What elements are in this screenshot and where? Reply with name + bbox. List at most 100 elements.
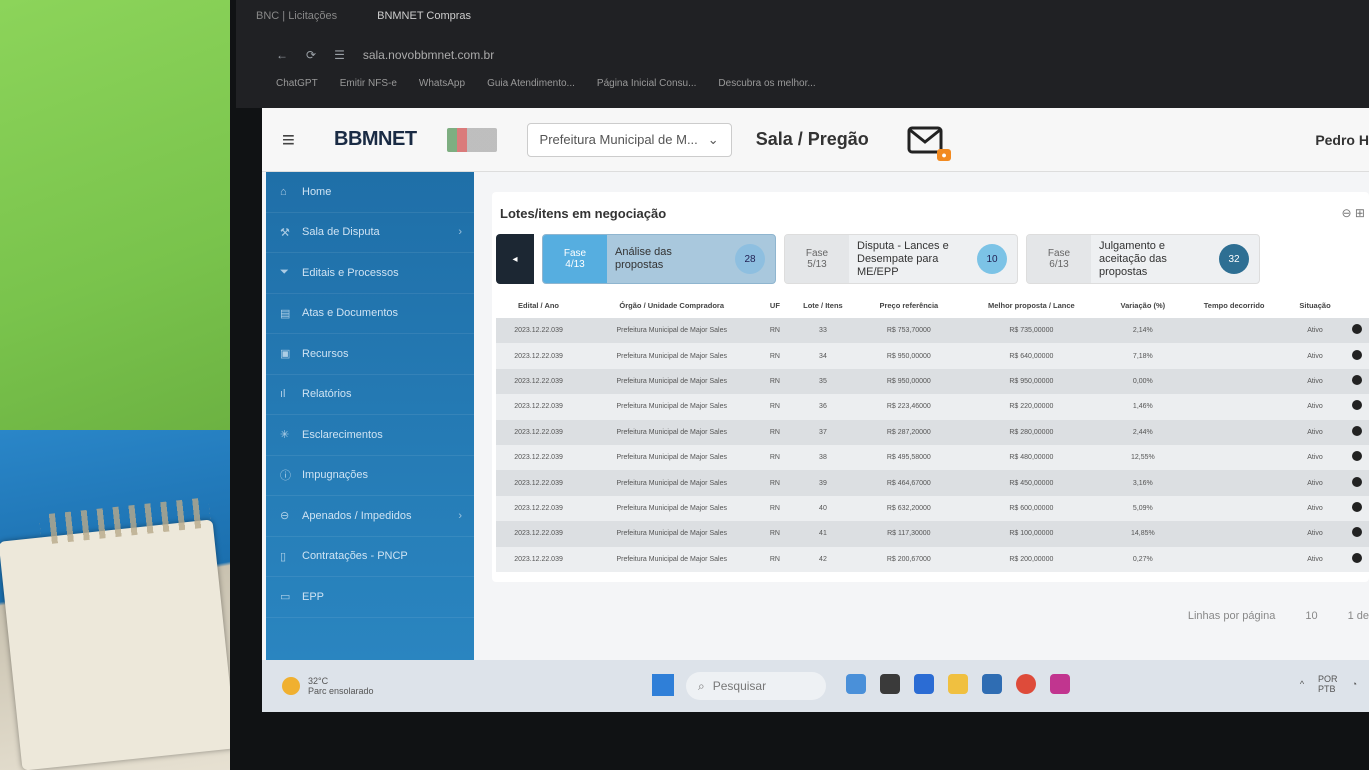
sidebar-item-home[interactable]: ⌂ Home <box>266 172 474 213</box>
sidebar-item-recursos[interactable]: ▣ Recursos <box>266 334 474 375</box>
table-row[interactable]: 2023.12.22.039 Prefeitura Municipal de Ma… <box>496 546 1369 572</box>
row-action-cell <box>1344 547 1369 572</box>
menu-icon[interactable]: ≡ <box>282 127 304 153</box>
table-cell: Ativo <box>1307 555 1323 563</box>
table-cell: 2023.12.22.039 <box>514 530 563 538</box>
app-window: ≡ BBMNET Prefeitura Municipal de M... ⌄ … <box>262 108 1369 660</box>
column-header[interactable]: Tempo decorrido <box>1182 292 1286 318</box>
entity-select[interactable]: Prefeitura Municipal de M... ⌄ <box>526 122 732 157</box>
table-row[interactable]: 2023.12.22.039 Prefeitura Municipal de Ma… <box>496 444 1369 471</box>
url-field[interactable]: sala.novobbmnet.com.br <box>363 48 494 62</box>
table-row[interactable]: 2023.12.22.039 Prefeitura Municipal de Ma… <box>496 394 1369 420</box>
file-explorer-icon[interactable] <box>948 674 968 694</box>
bookmark-item[interactable]: Guia Atendimento... <box>487 78 575 89</box>
status-dot-icon[interactable] <box>1351 501 1362 512</box>
taskbar-search[interactable]: ⌕ Pesquisar <box>686 672 826 700</box>
sidebar-item-epp[interactable]: ▭ EPP <box>266 577 474 618</box>
alert-icon: ⓘ <box>280 470 291 483</box>
column-header[interactable]: Variação (%) <box>1103 292 1182 318</box>
status-dot-icon[interactable] <box>1351 425 1362 436</box>
table-row[interactable]: 2023.12.22.039 Prefeitura Municipal de Ma… <box>496 368 1369 395</box>
table-cell <box>1182 445 1286 470</box>
chrome-icon[interactable] <box>1016 674 1036 694</box>
bookmark-item[interactable]: Emitir NFS-e <box>340 78 397 89</box>
phase-card-active[interactable]: Fase 4/13 Análise das propostas 28 <box>542 234 776 284</box>
table-row[interactable]: 2023.12.22.039 Prefeitura Municipal de Ma… <box>496 495 1369 522</box>
column-header[interactable]: Lote / Itens <box>787 292 858 318</box>
status-dot-icon[interactable] <box>1351 527 1362 538</box>
filter-toggle-icon[interactable]: ⊖ ⊞ <box>1342 206 1365 220</box>
table-cell: RN <box>769 479 780 487</box>
task-view-icon[interactable] <box>880 674 900 694</box>
table-cell <box>1182 394 1286 419</box>
status-dot-icon[interactable] <box>1351 451 1362 462</box>
bookmark-item[interactable]: ChatGPT <box>276 78 318 89</box>
phase-prev-button[interactable]: ◂ <box>496 234 534 284</box>
phase-number: Fase 6/13 <box>1027 235 1091 283</box>
phase-index: 4/13 <box>565 259 585 270</box>
table-cell <box>1182 343 1286 368</box>
back-icon[interactable]: ← <box>276 48 288 62</box>
status-dot-icon[interactable] <box>1351 374 1362 385</box>
status-dot-icon[interactable] <box>1351 552 1362 563</box>
status-dot-icon[interactable] <box>1351 476 1362 487</box>
phase-card[interactable]: Fase 5/13 Disputa - Lances e Desempate pa… <box>784 234 1018 284</box>
column-header[interactable]: UF <box>762 292 787 318</box>
table-row[interactable]: 2023.12.22.039 Prefeitura Municipal de Ma… <box>496 521 1369 547</box>
sidebar-item-esclarecimentos[interactable]: ✳ Esclarecimentos <box>266 415 474 456</box>
row-action-cell <box>1344 445 1369 470</box>
sidebar-item-impugnacoes[interactable]: ⓘ Impugnações <box>266 456 474 496</box>
sidebar-item-sala-disputa[interactable]: ⚒ Sala de Disputa › <box>266 213 474 253</box>
table-cell: Ativo <box>1307 377 1323 385</box>
sidebar-item-apenados[interactable]: ⊖ Apenados / Impedidos › <box>266 496 474 537</box>
bookmark-item[interactable]: Página Inicial Consu... <box>597 78 697 89</box>
table-cell: 1,46% <box>1132 403 1153 411</box>
tray-chevron-icon[interactable]: ^ <box>1300 679 1304 689</box>
table-body: 2023.12.22.039 Prefeitura Municipal de Ma… <box>496 318 1369 572</box>
status-dot-icon[interactable] <box>1351 324 1362 335</box>
browser-tab-active[interactable]: BNMNET Compras <box>377 10 471 22</box>
column-header[interactable]: Edital / Ano <box>496 292 581 318</box>
user-name[interactable]: Pedro H <box>1315 132 1369 148</box>
table-cell: Ativo <box>1307 403 1323 411</box>
wifi-icon[interactable]: ◔ <box>1352 679 1357 689</box>
instagram-icon[interactable] <box>1050 674 1070 694</box>
table-row[interactable]: 2023.12.22.039 Prefeitura Municipal de Ma… <box>496 343 1369 369</box>
table-cell: 41 <box>819 530 827 538</box>
mail-icon[interactable]: ● <box>907 125 951 161</box>
status-dot-icon[interactable] <box>1351 400 1362 411</box>
windows-start-icon[interactable] <box>652 674 674 696</box>
brand-logo[interactable]: BBMNET <box>334 128 417 151</box>
bookmark-item[interactable]: WhatsApp <box>419 78 465 89</box>
teams-icon[interactable] <box>914 674 934 694</box>
sidebar-item-atas[interactable]: ▤ Atas e Documentos <box>266 294 474 334</box>
browser-tab[interactable]: BNC | Licitações <box>256 10 337 22</box>
table-row[interactable]: 2023.12.22.039 Prefeitura Municipal de Ma… <box>496 318 1369 344</box>
column-header[interactable]: Melhor proposta / Lance <box>959 292 1103 318</box>
weather-widget[interactable]: 32°C Parc ensolarado <box>282 676 374 696</box>
table-row[interactable]: 2023.12.22.039 Prefeitura Municipal de Ma… <box>496 419 1369 445</box>
phase-count: 28 <box>735 244 765 274</box>
column-header[interactable]: Órgão / Unidade Compradora <box>581 292 762 318</box>
sidebar-item-pncp[interactable]: ▯ Contratações - PNCP <box>266 537 474 577</box>
bookmark-item[interactable]: Descubra os melhor... <box>718 78 815 89</box>
table-cell: Ativo <box>1307 530 1323 538</box>
site-info-icon[interactable]: ☰ <box>334 48 345 62</box>
table-row[interactable]: 2023.12.22.039 Prefeitura Municipal de Ma… <box>496 470 1369 496</box>
reload-icon[interactable]: ⟳ <box>306 48 316 62</box>
sidebar-item-relatorios[interactable]: ıl Relatórios <box>266 375 474 415</box>
sidebar-item-editais[interactable]: ⏷ Editais e Processos <box>266 253 474 294</box>
table-cell: R$ 450,00000 <box>1009 479 1054 487</box>
table-cell: RN <box>769 352 780 360</box>
phase-card[interactable]: Fase 6/13 Julgamento e aceitação das prop… <box>1026 234 1260 284</box>
rows-per-page-label: Linhas por página <box>1187 610 1276 622</box>
store-icon[interactable] <box>982 674 1002 694</box>
status-dot-icon[interactable] <box>1351 349 1362 360</box>
column-header[interactable]: Preço referência <box>858 292 959 318</box>
rows-per-page-select[interactable]: 10 <box>1305 610 1317 622</box>
table-cell: 2,14% <box>1132 327 1153 335</box>
column-header[interactable]: Situação <box>1286 292 1344 318</box>
language-indicator[interactable]: POR <box>1318 674 1338 684</box>
widgets-icon[interactable] <box>846 674 866 694</box>
keyboard-indicator[interactable]: PTB <box>1318 684 1338 694</box>
